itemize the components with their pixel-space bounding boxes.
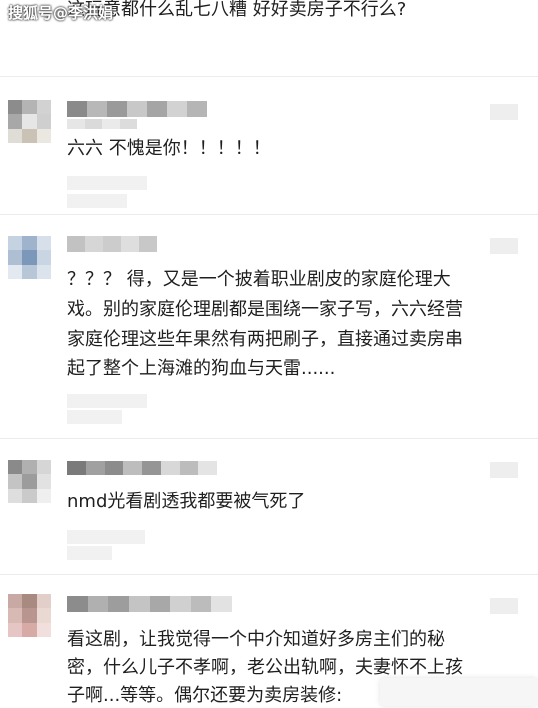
previous-comment-text: 这玩意都什么乱七八糟 好好卖房子不行么? <box>67 0 407 20</box>
comment-text-line: 密，什么儿子不孝啊，老公出轨啊，夫妻怀不上孩 <box>67 657 463 678</box>
like-icon[interactable] <box>490 598 518 614</box>
avatar[interactable] <box>8 594 51 637</box>
username-blurred[interactable] <box>67 596 232 612</box>
comment-text: 六六 不愧是你！！！！！ <box>67 138 271 159</box>
like-icon[interactable] <box>490 104 518 120</box>
username-blurred[interactable] <box>67 101 207 117</box>
comment-text-line: 家庭伦理这些年果然有两把刷子，直接通过卖房串 <box>67 329 463 350</box>
timestamp-blurred <box>67 119 137 129</box>
like-icon[interactable] <box>490 238 518 254</box>
divider <box>0 214 538 215</box>
comment-text: nmd光看剧透我都要被气死了 <box>67 491 306 512</box>
comment-text-line: 起了整个上海滩的狗血与天雷...... <box>67 358 336 379</box>
reply-placeholder <box>67 410 122 424</box>
reply-placeholder <box>67 546 112 560</box>
username-blurred[interactable] <box>67 236 157 252</box>
comment-text-line: 戏。别的家庭伦理剧都是围绕一家子写，六六经营 <box>67 299 463 320</box>
avatar[interactable] <box>8 236 51 279</box>
avatar[interactable] <box>8 460 51 503</box>
username-blurred[interactable] <box>67 461 217 475</box>
popup-overlay[interactable] <box>380 678 538 706</box>
divider <box>0 438 538 439</box>
divider <box>0 76 538 77</box>
reply-placeholder <box>67 194 127 208</box>
comment-text-line: 看这剧，让我觉得一个中介知道好多房主们的秘 <box>67 629 445 650</box>
reply-placeholder <box>67 394 147 408</box>
watermark: 搜狐号@李洪娟 <box>8 4 114 22</box>
reply-placeholder <box>67 176 147 190</box>
comment-text-line: ？？？ 得，又是一个披着职业剧皮的家庭伦理大 <box>67 269 451 290</box>
like-icon[interactable] <box>490 462 518 478</box>
avatar[interactable] <box>8 100 51 143</box>
comment-text-line: 子啊...等等。偶尔还要为卖房装修: <box>67 685 343 706</box>
divider <box>0 574 538 575</box>
reply-placeholder <box>67 530 145 544</box>
